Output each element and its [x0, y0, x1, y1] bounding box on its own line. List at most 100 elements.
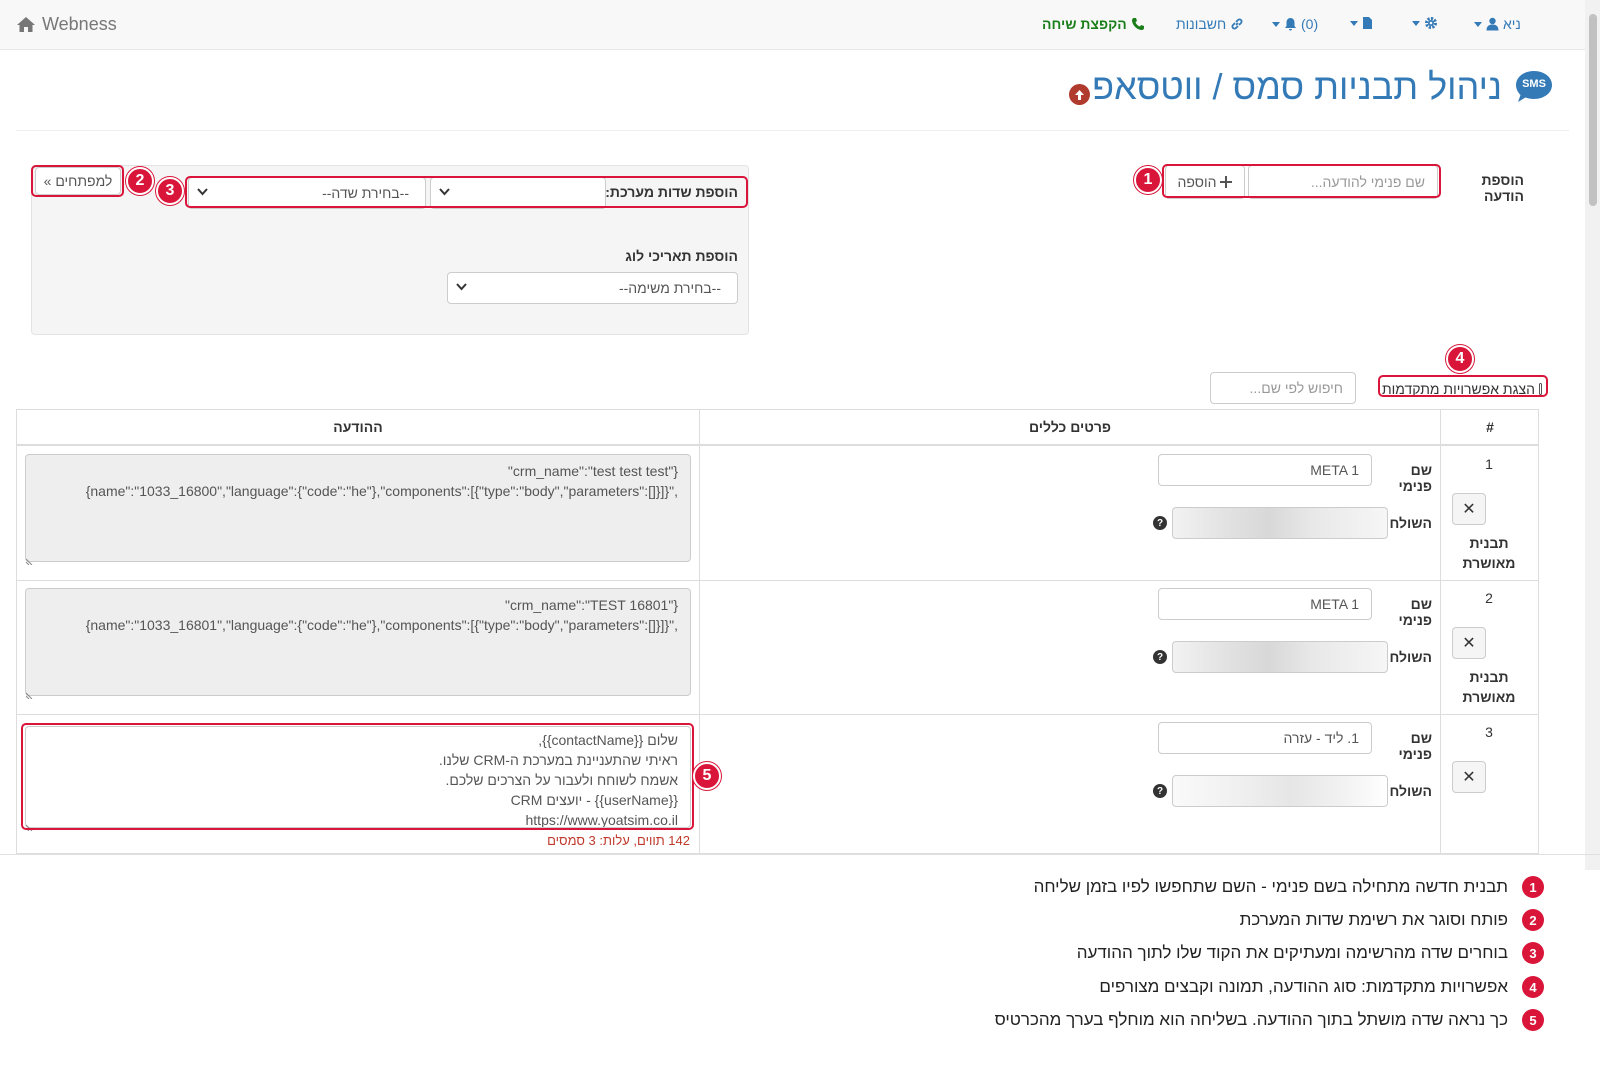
scrollbar-thumb[interactable] — [1589, 14, 1597, 206]
internal-name-value: META 1 — [1310, 596, 1359, 612]
callout-frame-5 — [21, 723, 694, 830]
sender-label: השולח — [1389, 783, 1433, 799]
internal-name-input[interactable]: META 1 — [1158, 454, 1372, 486]
col-divider — [1440, 410, 1441, 853]
close-icon: ✕ — [1462, 501, 1476, 518]
sender-select[interactable] — [1172, 641, 1388, 673]
internal-name-label: שם פנימי — [1398, 462, 1433, 494]
internal-name-input[interactable]: META 1 — [1158, 588, 1372, 620]
callout-frame-4 — [1378, 375, 1548, 397]
legend-text: בוחרים שדה מהרשימה ומעתיקים את הקוד שלו … — [1076, 943, 1508, 962]
approved-template-status: תבנית מאושרת — [1462, 669, 1516, 705]
legend-number: 2 — [1522, 909, 1544, 931]
brand-link[interactable]: Webness — [16, 14, 117, 35]
chevron-down-icon — [1412, 20, 1420, 26]
row-number: 1 — [1485, 456, 1493, 472]
user-dropdown[interactable]: ניא — [1474, 16, 1521, 32]
chevron-down-icon — [1272, 21, 1280, 27]
message-textarea[interactable]: {"crm_name":"test test test" ,"{name":"1… — [25, 454, 691, 562]
legend-divider — [0, 854, 1600, 855]
user-icon — [1486, 17, 1499, 31]
notifications-dropdown[interactable]: (0) — [1272, 16, 1318, 32]
row-number: 3 — [1485, 724, 1493, 740]
legend-number: 3 — [1522, 942, 1544, 964]
top-navbar: Webness הקפצת שיחה חשבונות (0) ניא — [0, 0, 1585, 50]
sms-icon-text: SMS — [1522, 78, 1546, 90]
callout-frame-3 — [185, 176, 748, 208]
col-header-number: # — [1441, 410, 1538, 446]
sender-select[interactable] — [1172, 775, 1388, 807]
internal-name-value: META 1 — [1310, 462, 1359, 478]
legend-number: 5 — [1522, 1009, 1544, 1031]
legend-item: 2 פותח וסוגר את רשימת שדות המערכת — [1240, 907, 1544, 933]
callout-frame-1 — [1162, 164, 1441, 198]
chevron-down-icon — [456, 283, 467, 291]
title-divider — [16, 130, 1569, 131]
sms-icon: SMS — [1514, 69, 1554, 105]
legend-number: 1 — [1522, 876, 1544, 898]
call-jump-link[interactable]: הקפצת שיחה — [1042, 16, 1145, 32]
sender-label: השולח — [1389, 515, 1433, 531]
gear-icon — [1425, 17, 1437, 29]
legend-item: 4 אפשרויות מתקדמות: סוג ההודעה, תמונה וק… — [1099, 974, 1544, 1000]
chevron-down-icon — [1350, 20, 1358, 26]
legend-text: אפשרויות מתקדמות: סוג ההודעה, תמונה וקבצ… — [1099, 977, 1508, 996]
approved-template-status: תבנית מאושרת — [1462, 535, 1516, 571]
callout-badge-5: 5 — [693, 762, 721, 790]
home-icon — [17, 17, 35, 32]
accounts-link[interactable]: חשבונות — [1176, 16, 1244, 32]
legend-text: תבנית חדשה מתחילה בשם פנימי - השם שתחפשו… — [1033, 877, 1508, 896]
question-icon[interactable]: ? — [1153, 516, 1167, 530]
link-icon — [1231, 18, 1243, 30]
question-icon[interactable]: ? — [1153, 650, 1167, 664]
char-count: 142 תווים, עלות: 3 סמסים — [547, 833, 690, 848]
resize-handle-icon[interactable] — [25, 686, 34, 700]
page-header: SMS ניהול תבניות סמס / ווטסאפ — [1092, 66, 1554, 108]
search-by-name-input[interactable]: חיפוש לפי שם... — [1210, 372, 1356, 404]
legend-item: 3 בוחרים שדה מהרשימה ומעתיקים את הקוד של… — [1077, 940, 1544, 966]
task-select[interactable]: --בחירת משימה-- — [447, 272, 738, 304]
close-icon: ✕ — [1462, 635, 1476, 652]
accounts-label: חשבונות — [1176, 16, 1227, 32]
delete-template-button[interactable]: ✕ — [1452, 493, 1486, 525]
resize-handle-icon[interactable] — [25, 552, 34, 566]
legend-number: 4 — [1522, 976, 1544, 998]
row-divider — [17, 580, 1538, 581]
delete-template-button[interactable]: ✕ — [1452, 761, 1486, 793]
settings-dropdown[interactable] — [1412, 16, 1438, 30]
question-icon[interactable]: ? — [1153, 784, 1167, 798]
internal-name-input[interactable]: 1. ליד - עזרה — [1158, 722, 1372, 754]
callout-badge-3: 3 — [156, 177, 184, 205]
callout-frame-2 — [31, 165, 124, 197]
legend-item: 1 תבנית חדשה מתחילה בשם פנימי - השם שתחפ… — [1034, 874, 1544, 900]
notifications-count: (0) — [1301, 16, 1319, 32]
legend-text: כך נראה שדה מושתל בתוך ההודעה. בשליחה הו… — [994, 1010, 1508, 1029]
col-header-message: ההודעה — [17, 410, 699, 446]
row-number: 2 — [1485, 590, 1493, 606]
phone-icon — [1131, 18, 1144, 30]
scroll-top-icon[interactable] — [1069, 84, 1090, 105]
chevron-down-icon — [1474, 21, 1482, 27]
message-textarea[interactable]: {"crm_name":"TEST 16801" ,"{name":"1033_… — [25, 588, 691, 696]
documents-dropdown[interactable] — [1350, 16, 1373, 30]
row-divider — [17, 714, 1538, 715]
task-select-value: --בחירת משימה-- — [618, 280, 721, 296]
file-icon — [1363, 17, 1372, 29]
user-name: ניא — [1503, 16, 1521, 32]
internal-name-label: שם פנימי — [1398, 730, 1433, 762]
legend-item: 5 כך נראה שדה מושתל בתוך ההודעה. בשליחה … — [995, 1007, 1544, 1033]
callout-badge-4: 4 — [1446, 345, 1474, 373]
call-jump-label: הקפצת שיחה — [1042, 16, 1127, 32]
page-title: ניהול תבניות סמס / ווטסאפ — [1092, 66, 1502, 107]
brand-name: Webness — [42, 14, 117, 34]
search-placeholder: חיפוש לפי שם... — [1249, 380, 1343, 396]
callout-badge-2: 2 — [126, 167, 154, 195]
close-icon: ✕ — [1462, 769, 1476, 786]
log-dates-label: הוספת תאריכי לוג — [625, 248, 738, 264]
delete-template-button[interactable]: ✕ — [1452, 627, 1486, 659]
callout-badge-1: 1 — [1134, 166, 1162, 194]
internal-name-label: שם פנימי — [1398, 596, 1433, 628]
add-message-label: הוספת הודעה — [1481, 172, 1525, 204]
sender-select[interactable] — [1172, 507, 1388, 539]
internal-name-value: 1. ליד - עזרה — [1283, 730, 1359, 746]
